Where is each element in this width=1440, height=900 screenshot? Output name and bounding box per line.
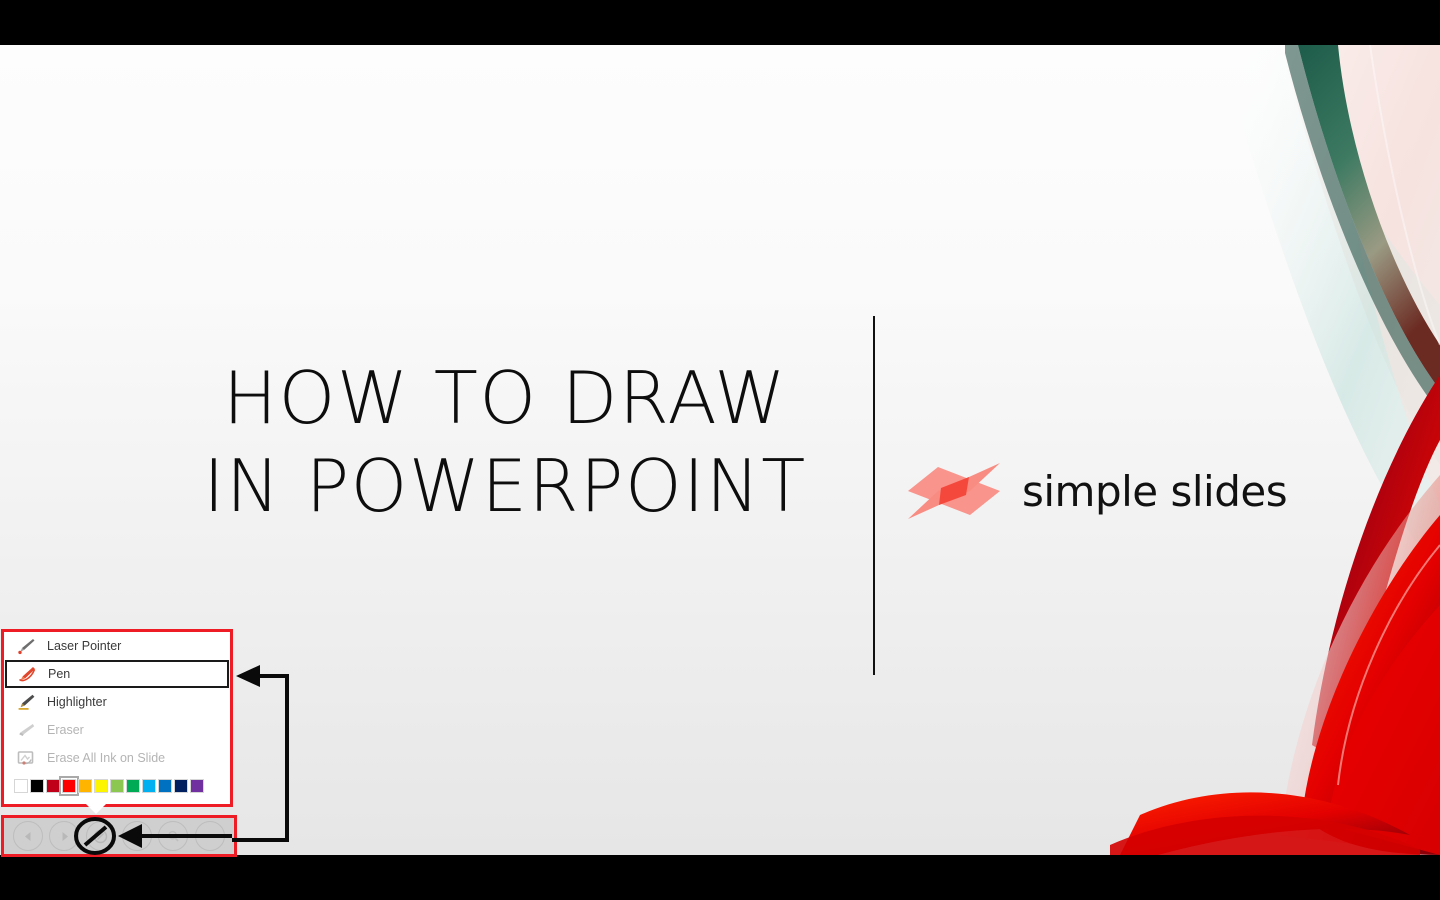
menu-item-label: Laser Pointer bbox=[47, 639, 122, 653]
grid-slides-icon bbox=[131, 831, 142, 841]
laser-pointer-icon bbox=[16, 637, 36, 655]
ink-color-swatch-dark-red[interactable] bbox=[46, 779, 60, 793]
logo-wordmark: simple slides bbox=[1022, 466, 1288, 516]
zoom-in-button[interactable] bbox=[158, 821, 189, 851]
ink-color-swatch-black[interactable] bbox=[30, 779, 44, 793]
chevron-left-icon bbox=[24, 831, 31, 841]
ink-color-swatch-orange[interactable] bbox=[78, 779, 92, 793]
highlighter-icon bbox=[16, 693, 36, 711]
ink-color-swatch-red[interactable] bbox=[59, 776, 79, 796]
menu-item-label: Pen bbox=[48, 667, 71, 681]
ink-color-swatch-white[interactable] bbox=[14, 779, 28, 793]
magnifier-icon bbox=[168, 830, 179, 841]
simple-slides-logo: simple slides bbox=[908, 455, 1288, 527]
menu-item-highlighter[interactable]: Highlighter bbox=[4, 688, 230, 716]
pen-circle-icon bbox=[94, 829, 108, 843]
letterbox-top bbox=[0, 0, 1440, 45]
ink-color-swatch-light-blue[interactable] bbox=[142, 779, 156, 793]
menu-item-label: Erase All Ink on Slide bbox=[47, 751, 166, 765]
menu-item-laser-pointer[interactable]: Laser Pointer bbox=[4, 632, 230, 660]
ink-color-swatch-blue[interactable] bbox=[158, 779, 172, 793]
ink-color-swatch-light-green[interactable] bbox=[110, 779, 124, 793]
title-line-1: HOW TO DRAW bbox=[223, 356, 787, 440]
chevron-right-icon bbox=[62, 831, 68, 841]
menu-item-eraser: Eraser bbox=[4, 716, 230, 744]
erase-all-ink-icon bbox=[16, 749, 36, 767]
menu-item-label: Eraser bbox=[47, 723, 84, 737]
menu-item-pen[interactable]: Pen bbox=[5, 660, 229, 688]
eraser-icon bbox=[16, 721, 36, 739]
menu-item-erase-all-ink: Erase All Ink on Slide bbox=[4, 744, 230, 772]
ink-color-swatch-dark-blue[interactable] bbox=[174, 779, 188, 793]
ink-color-palette[interactable] bbox=[4, 772, 230, 796]
decorative-ribbon-artwork bbox=[1080, 45, 1440, 855]
vertical-divider bbox=[873, 316, 875, 675]
presentation-screen: HOW TO DRAW IN POWERPOINT simple slides bbox=[0, 0, 1440, 900]
presenter-toolbar[interactable] bbox=[1, 815, 237, 857]
ellipsis-icon bbox=[203, 834, 216, 838]
title-line-2: IN POWERPOINT bbox=[203, 443, 807, 528]
letterbox-bottom bbox=[0, 855, 1440, 900]
menu-item-label: Highlighter bbox=[47, 695, 107, 709]
previous-slide-button[interactable] bbox=[13, 821, 44, 851]
menu-pointer-notch bbox=[85, 803, 107, 814]
ink-color-swatch-green[interactable] bbox=[126, 779, 140, 793]
pen-icon bbox=[17, 665, 37, 683]
slide-title: HOW TO DRAW IN POWERPOINT bbox=[150, 355, 860, 531]
more-options-button[interactable] bbox=[194, 821, 225, 851]
ink-color-swatch-purple[interactable] bbox=[190, 779, 204, 793]
next-slide-button[interactable] bbox=[49, 821, 80, 851]
stacked-slides-logo-icon bbox=[908, 455, 1000, 527]
ribbon-svg bbox=[1110, 45, 1440, 855]
ink-tools-button[interactable] bbox=[85, 821, 116, 851]
all-slides-button[interactable] bbox=[122, 821, 153, 851]
ink-color-swatch-yellow[interactable] bbox=[94, 779, 108, 793]
logo-mark-svg bbox=[908, 463, 1000, 519]
ink-tools-menu[interactable]: Laser Pointer Pen Highlighter Eraser Era… bbox=[1, 629, 233, 807]
